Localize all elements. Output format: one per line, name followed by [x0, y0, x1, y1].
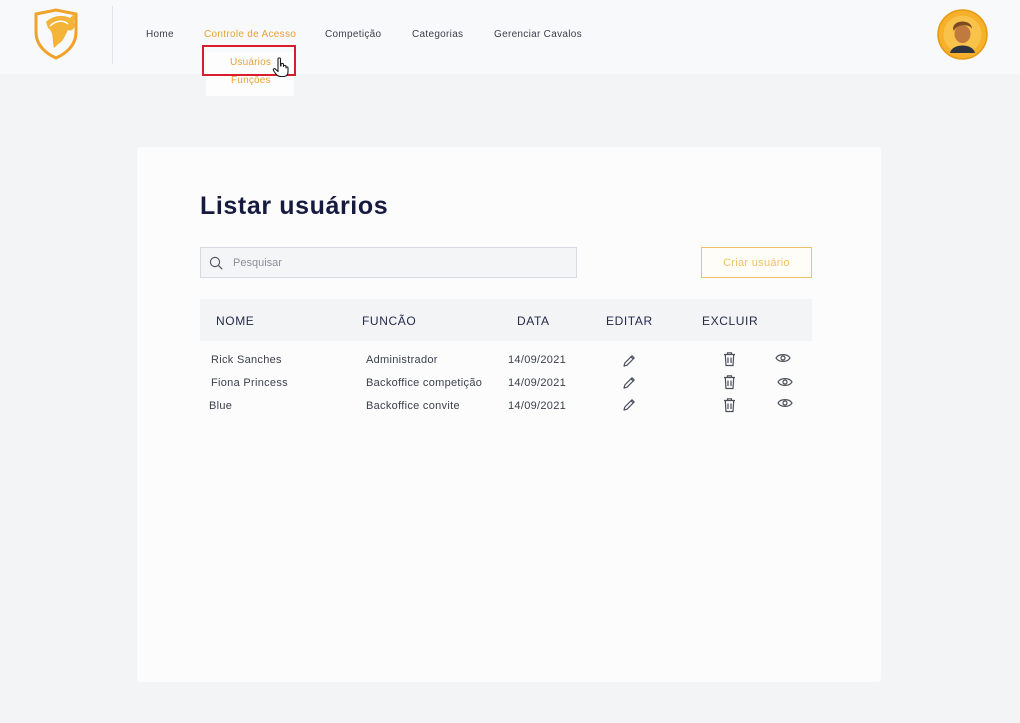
column-header-editar: EDITAR [606, 314, 653, 328]
dropdown-item-funcoes[interactable]: Funções [231, 75, 271, 86]
row-role: Administrador [366, 354, 438, 366]
row-role: Backoffice convite [366, 400, 460, 412]
pencil-icon[interactable] [621, 375, 637, 391]
hand-pointer-cursor-icon [272, 57, 289, 77]
trash-icon[interactable] [722, 351, 737, 367]
row-name: Rick Sanches [211, 354, 282, 366]
navbar-divider [112, 6, 113, 64]
users-card [137, 147, 881, 682]
search-input[interactable] [233, 254, 563, 272]
pencil-icon[interactable] [621, 353, 637, 369]
search-icon [209, 256, 223, 270]
trash-icon[interactable] [722, 374, 737, 390]
nav-home[interactable]: Home [146, 29, 174, 40]
nav-gerenciar-cavalos[interactable]: Gerenciar Cavalos [494, 29, 582, 40]
row-name: Fiona Princess [211, 377, 288, 389]
horse-shield-logo-icon[interactable] [32, 8, 82, 60]
create-user-button[interactable]: Criar usuário [701, 247, 812, 278]
row-date: 14/09/2021 [508, 400, 567, 412]
pencil-icon[interactable] [621, 397, 637, 413]
row-date: 14/09/2021 [508, 377, 567, 389]
row-role: Backoffice competição [366, 377, 483, 389]
trash-icon[interactable] [722, 397, 737, 413]
eye-icon[interactable] [777, 397, 793, 409]
column-header-excluir: EXCLUIR [702, 314, 759, 328]
top-navbar: Home Controle de Acesso Competição Categ… [0, 0, 1020, 74]
eye-icon[interactable] [775, 352, 791, 364]
user-avatar[interactable] [937, 9, 988, 60]
nav-controle-de-acesso[interactable]: Controle de Acesso [204, 29, 296, 40]
row-date: 14/09/2021 [508, 354, 567, 366]
nav-categorias[interactable]: Categorias [412, 29, 463, 40]
search-box[interactable] [200, 247, 577, 278]
nav-competicao[interactable]: Competição [325, 29, 381, 40]
column-header-funcao: FUNCÃO [362, 314, 417, 328]
page-title: Listar usuários [200, 192, 389, 220]
row-name: Blue [209, 400, 233, 412]
column-header-data: DATA [517, 314, 550, 328]
table-header: NOME FUNCÃO DATA EDITAR EXCLUIR [200, 299, 812, 341]
eye-icon[interactable] [777, 376, 793, 388]
column-header-nome: NOME [216, 314, 255, 328]
